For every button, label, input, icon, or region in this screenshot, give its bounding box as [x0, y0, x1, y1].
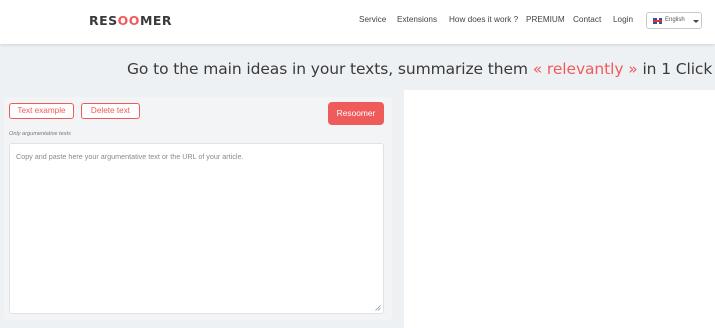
nav-premium[interactable]: PREMIUM — [526, 15, 565, 24]
logo-accent: OO — [117, 13, 140, 28]
summary-output-area — [404, 90, 715, 328]
logo-prefix: RES — [89, 13, 118, 28]
input-hint: Only argumentative texts — [9, 131, 71, 137]
resoomer-submit-button[interactable]: Resoomer — [328, 102, 384, 125]
language-label: English — [665, 17, 685, 23]
logo-suffix: MER — [139, 13, 173, 28]
headline-accent: « relevantly » — [532, 60, 638, 78]
nav-service[interactable]: Service — [359, 15, 386, 24]
top-navbar: RESOOMER Service Extensions How does it … — [0, 0, 715, 44]
nav-how-it-works[interactable]: How does it work ? — [449, 15, 518, 24]
resize-handle-icon[interactable] — [375, 305, 381, 311]
nav-extensions[interactable]: Extensions — [397, 15, 437, 24]
chevron-down-icon — [693, 20, 699, 23]
headline-end: in 1 Click — [642, 60, 713, 78]
language-selector[interactable]: English — [646, 12, 702, 29]
article-text-input[interactable]: Copy and paste here your argumentative t… — [9, 143, 384, 314]
uk-flag-icon — [653, 18, 662, 24]
page-headline: Go to the main ideas in your texts, summ… — [127, 60, 712, 78]
headline-main: Go to the main ideas in your texts, summ… — [127, 60, 528, 78]
resoomer-logo[interactable]: RESOOMER — [89, 13, 172, 28]
input-placeholder: Copy and paste here your argumentative t… — [16, 152, 244, 161]
nav-contact[interactable]: Contact — [573, 15, 601, 24]
text-example-button[interactable]: Text example — [9, 103, 74, 119]
delete-text-button[interactable]: Delete text — [81, 103, 140, 119]
nav-login[interactable]: Login — [613, 15, 633, 24]
